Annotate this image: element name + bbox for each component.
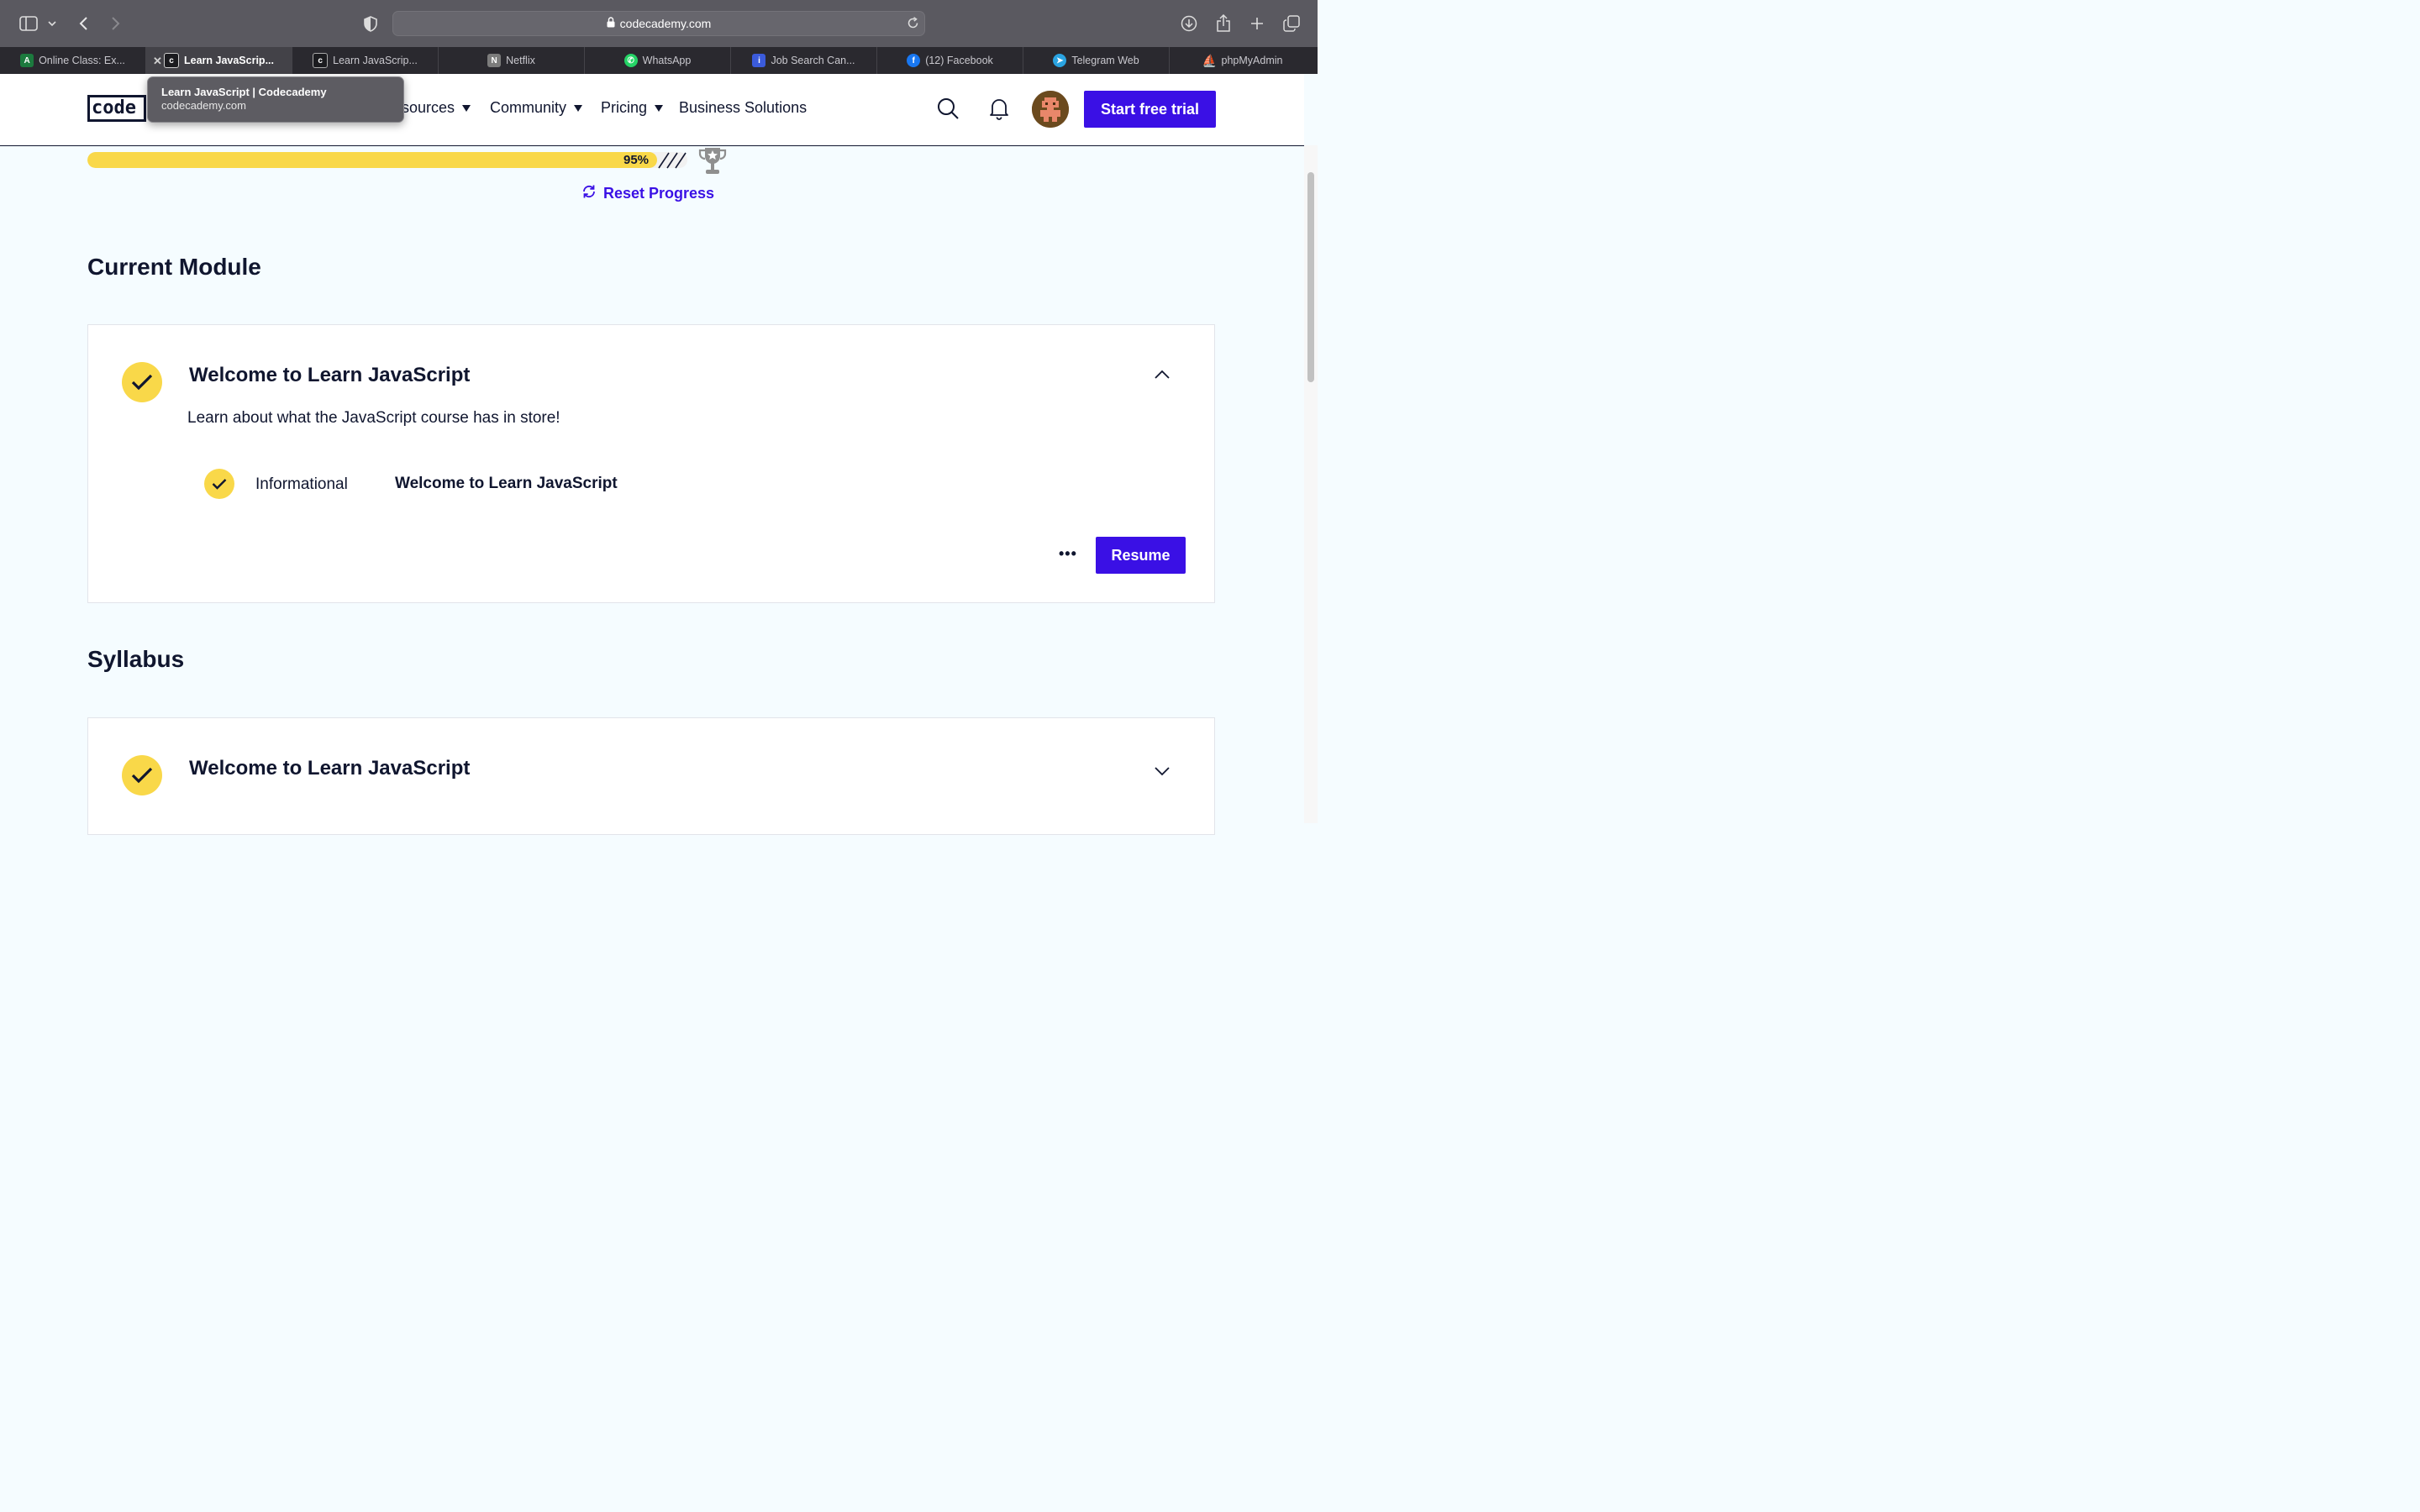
module-title[interactable]: Welcome to Learn JavaScript [189, 364, 470, 387]
nav-label: Pricing [601, 99, 648, 116]
forward-icon[interactable] [104, 12, 128, 35]
tab-label: Job Search Can... [771, 55, 855, 66]
current-module-heading: Current Module [87, 254, 261, 280]
tab-label: WhatsApp [642, 55, 692, 66]
scrollbar-thumb[interactable] [1307, 172, 1314, 382]
browser-tab[interactable]: ➤ Telegram Web [1023, 47, 1170, 74]
tab-label: Telegram Web [1071, 55, 1139, 66]
chevron-down-icon[interactable] [40, 12, 64, 35]
avatar[interactable] [1032, 91, 1069, 128]
nav-resources[interactable]: sources [402, 99, 471, 117]
reload-icon[interactable] [907, 17, 919, 32]
tooltip-title: Learn JavaScript | Codecademy [161, 86, 327, 98]
trophy-icon [697, 146, 728, 181]
resume-button[interactable]: Resume [1096, 537, 1186, 574]
chevron-down-icon[interactable] [1154, 765, 1171, 780]
page-scrollbar[interactable] [1304, 145, 1318, 823]
logo-text: code [92, 97, 136, 118]
address-text: codecademy.com [619, 17, 712, 30]
codecademy-favicon-icon: c [313, 53, 329, 68]
tab-tooltip: Learn JavaScript | Codecademy codecademy… [147, 76, 404, 123]
reset-progress-label: Reset Progress [603, 185, 715, 202]
caret-down-icon [574, 104, 583, 112]
tab-label: phpMyAdmin [1221, 55, 1283, 66]
netflix-favicon-icon: N [487, 54, 502, 67]
module-description: Learn about what the JavaScript course h… [187, 409, 560, 427]
lock-icon [607, 17, 615, 30]
address-bar[interactable]: codecademy.com [392, 11, 925, 36]
whatsapp-favicon-icon: ✆ [623, 54, 638, 67]
new-tab-icon[interactable] [1245, 12, 1269, 35]
close-tab-icon[interactable]: ✕ [153, 55, 162, 68]
completed-check-icon [122, 362, 162, 402]
course-progress-bar [87, 152, 687, 168]
online-class-favicon-icon: A [20, 54, 34, 67]
reset-progress-link[interactable]: Reset Progress [581, 184, 714, 203]
syllabus-module-card: Welcome to Learn JavaScript [87, 717, 1215, 835]
downloads-icon[interactable] [1177, 12, 1201, 35]
syllabus-module-title[interactable]: Welcome to Learn JavaScript [189, 757, 470, 780]
browser-tab-active[interactable]: ✕ c Learn JavaScrip... [146, 47, 292, 74]
tab-label: Learn JavaScrip... [183, 55, 274, 66]
tooltip-url: codecademy.com [161, 99, 246, 112]
nav-label: sources [402, 99, 455, 116]
more-options-icon[interactable]: ••• [1059, 545, 1077, 563]
share-icon[interactable] [1212, 12, 1235, 35]
browser-tab[interactable]: N Netflix [439, 47, 585, 74]
bell-icon[interactable] [989, 97, 1009, 124]
browser-tab[interactable]: ✆ WhatsApp [585, 47, 731, 74]
tab-label: Online Class: Ex... [39, 55, 125, 66]
sidebar-toggle-icon[interactable] [17, 12, 40, 35]
tab-bar: A Online Class: Ex... ✕ c Learn JavaScri… [0, 47, 1318, 74]
search-icon[interactable] [937, 97, 960, 124]
refresh-icon [581, 184, 597, 203]
chevron-up-icon[interactable] [1154, 369, 1171, 384]
back-icon[interactable] [71, 12, 95, 35]
progress-fill [87, 152, 658, 168]
start-free-trial-button[interactable]: Start free trial [1084, 91, 1216, 128]
telegram-favicon-icon: ➤ [1053, 54, 1067, 67]
codecademy-favicon-icon: c [163, 53, 179, 68]
nav-label: Business Solutions [679, 99, 808, 116]
nav-pricing[interactable]: Pricing [601, 99, 664, 117]
browser-toolbar: codecademy.com [0, 0, 1318, 47]
completed-check-icon [122, 755, 162, 795]
tab-overview-icon[interactable] [1280, 12, 1303, 35]
browser-tab[interactable]: f (12) Facebook [877, 47, 1023, 74]
nav-label: Community [490, 99, 567, 116]
privacy-shield-icon[interactable] [359, 12, 382, 35]
browser-tab[interactable]: c Learn JavaScrip... [292, 47, 439, 74]
tab-label: Learn JavaScrip... [333, 55, 418, 66]
lesson-type: Informational [255, 475, 348, 493]
job-search-favicon-icon: i [752, 54, 766, 67]
progress-percent: 95% [623, 153, 650, 167]
lesson-completed-check-icon [204, 469, 234, 499]
browser-tab[interactable]: ⛵ phpMyAdmin [1170, 47, 1316, 74]
caret-down-icon [655, 104, 664, 112]
lesson-title-link[interactable]: Welcome to Learn JavaScript [395, 475, 618, 493]
tab-label: (12) Facebook [925, 55, 993, 66]
tab-label: Netflix [506, 55, 535, 66]
nav-business-solutions[interactable]: Business Solutions [679, 99, 807, 117]
progress-stripes [658, 152, 687, 169]
caret-down-icon [462, 104, 471, 112]
browser-tab[interactable]: i Job Search Can... [731, 47, 877, 74]
current-module-card: Welcome to Learn JavaScript Learn about … [87, 324, 1215, 603]
browser-tab[interactable]: A Online Class: Ex... [0, 47, 146, 74]
phpmyadmin-favicon-icon: ⛵ [1202, 53, 1218, 67]
facebook-favicon-icon: f [907, 54, 921, 67]
syllabus-heading: Syllabus [87, 646, 185, 672]
codecademy-logo[interactable]: code [87, 95, 146, 122]
nav-community[interactable]: Community [490, 99, 583, 117]
